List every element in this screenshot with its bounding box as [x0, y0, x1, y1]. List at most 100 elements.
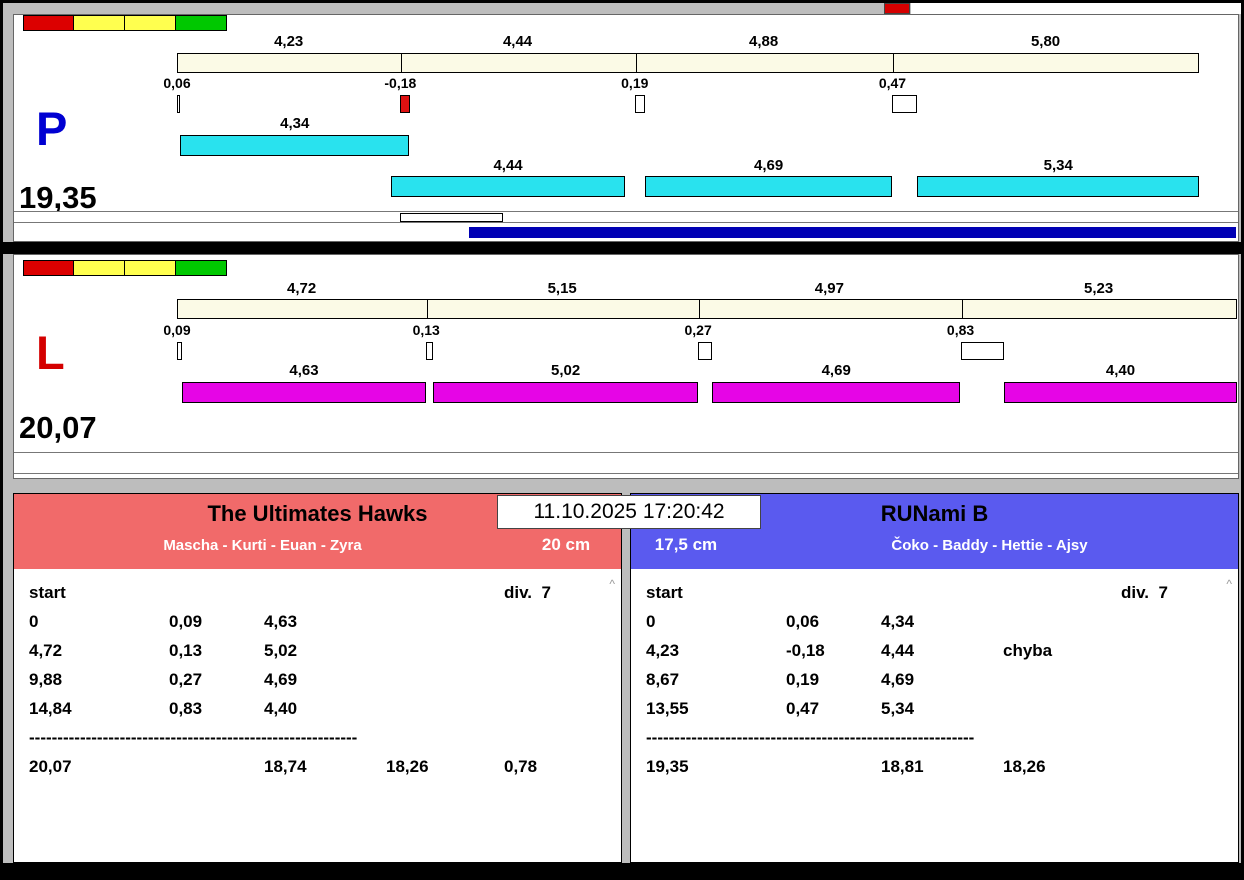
change-time-label: 0,09: [163, 322, 191, 338]
run-time-label: 5,02: [550, 362, 581, 379]
team-subheader: 17,5 cm Čoko - Baddy - Hettie - Ajsy: [631, 535, 1238, 555]
result-cell: 13,55: [646, 699, 689, 718]
team-members: Čoko - Baddy - Hettie - Ajsy: [891, 536, 1088, 554]
bottom-track: [14, 211, 1238, 223]
run-time-label: 4,44: [493, 157, 523, 174]
crossing-split-label: 4,97: [814, 280, 844, 297]
timestamp: 11.10.2025 17:20:42: [497, 495, 761, 529]
results-section: The Ultimates Hawks Mascha - Kurti - Eua…: [13, 493, 1239, 863]
result-cell: 8,67: [646, 670, 680, 689]
result-cell: 20,07: [29, 757, 72, 776]
run-time-label: 4,69: [754, 157, 784, 174]
change-marker: [177, 95, 181, 113]
team-panel-right: RUNami B 17,5 cm Čoko - Baddy - Hettie -…: [630, 493, 1239, 863]
ruler-divider: [961, 300, 963, 318]
team-result-table-left: ^ start div. 7 0 0,09 4,63 4,72 0,13 5,02 9,88 0,…: [14, 569, 621, 862]
status-light-3: [176, 260, 227, 276]
result-cell: 4,72: [29, 641, 63, 660]
team-panel-left: The Ultimates Hawks Mascha - Kurti - Eua…: [13, 493, 622, 863]
result-cell: ----------------------------------------…: [29, 728, 358, 747]
lane-divider: [3, 242, 1241, 254]
ruler-divider: [699, 300, 701, 318]
result-row: 0 0,06 4,34: [631, 612, 1238, 641]
team-result-table-right: ^ start div. 7 0 0,06 4,34 4,23 -0,18 4,44 chyba…: [631, 569, 1238, 862]
run-bar: [433, 382, 699, 403]
top-white-area: [911, 3, 1241, 14]
bottom-track: [14, 452, 1238, 474]
change-marker: [892, 95, 918, 113]
result-cell: div. 7: [504, 583, 551, 602]
lane-total-time: 19,35: [19, 180, 97, 215]
status-light-0: [23, 260, 74, 276]
change-time-label: 0,83: [946, 322, 975, 338]
status-light-2: [125, 15, 176, 31]
result-row: 9,88 0,27 4,69: [14, 670, 621, 699]
result-cell: 0: [29, 612, 39, 631]
change-time-label: 0,13: [412, 322, 440, 338]
change-time-label: -0,18: [384, 75, 417, 91]
top-red-indicator: [884, 3, 910, 14]
result-cell: 0,78: [504, 757, 538, 776]
result-row: 20,07 18,74 18,26 0,78: [14, 757, 621, 786]
result-cell: 0,06: [786, 612, 820, 631]
result-cell: 4,69: [264, 670, 298, 689]
status-light-2: [125, 260, 176, 276]
run-bar: [181, 382, 427, 403]
result-cell: 0,47: [786, 699, 820, 718]
result-cell: 5,02: [264, 641, 298, 660]
progress-bar: [469, 227, 1236, 238]
result-cell: 14,84: [29, 699, 72, 718]
status-light-1: [74, 260, 125, 276]
result-cell: 0,09: [169, 612, 203, 631]
result-row: start div. 7: [14, 583, 621, 612]
run-time-label: 4,63: [289, 362, 319, 379]
change-time-label: 0,06: [163, 75, 191, 91]
run-time-label: 4,40: [1105, 362, 1136, 379]
result-cell: 9,88: [29, 670, 63, 689]
jump-height-badge: 17,5 cm: [654, 535, 718, 554]
change-time-label: 0,19: [621, 75, 649, 91]
result-cell: -0,18: [786, 641, 825, 660]
result-row: 8,67 0,19 4,69: [631, 670, 1238, 699]
status-lights: [23, 260, 227, 276]
crossing-split-label: 4,23: [274, 33, 304, 50]
crossing-split-label: 5,23: [1084, 280, 1114, 297]
result-cell: 0,83: [169, 699, 203, 718]
change-marker: [634, 95, 645, 113]
result-cell: 18,26: [386, 757, 429, 776]
lane-panel-right-p: 4,23 4,44 4,88 5,80 0,06 -0,18 0,19 0,47 P 4,34 4,…: [13, 14, 1239, 242]
result-cell: 0,27: [169, 670, 203, 689]
run-bar: [917, 176, 1200, 197]
track-marker-box: [400, 213, 504, 222]
team-members: Mascha - Kurti - Euan - Zyra: [163, 536, 362, 554]
crossing-split-ruler: [177, 53, 1199, 73]
result-cell: 0,19: [786, 670, 820, 689]
lane-letter-p: P: [36, 102, 68, 155]
change-marker: [698, 342, 713, 360]
result-row: 14,84 0,83 4,40: [14, 699, 621, 728]
ruler-divider: [401, 54, 403, 72]
result-cell: 4,69: [881, 670, 915, 689]
status-lights: [23, 15, 227, 31]
result-row: 4,72 0,13 5,02: [14, 641, 621, 670]
result-row: 13,55 0,47 5,34: [631, 699, 1238, 728]
team-subheader: Mascha - Kurti - Euan - Zyra 20 cm: [14, 535, 621, 555]
run-bar: [644, 176, 893, 197]
result-row: ----------------------------------------…: [14, 728, 621, 757]
crossing-split-label: 4,44: [502, 33, 533, 50]
change-marker: [426, 342, 434, 360]
run-bar: [180, 135, 410, 156]
result-cell: 18,26: [1003, 757, 1046, 776]
result-cell: start: [29, 583, 66, 602]
crossing-split-ruler: [177, 299, 1237, 319]
ruler-divider: [893, 54, 895, 72]
result-row: 4,23 -0,18 4,44 chyba: [631, 641, 1238, 670]
crossing-split-label: 4,72: [286, 280, 317, 297]
crossing-split-label: 4,88: [748, 33, 779, 50]
crossing-split-label: 5,80: [1030, 33, 1061, 50]
result-cell: 0,13: [169, 641, 203, 660]
result-cell: 19,35: [646, 757, 689, 776]
titlebar-remnant: [3, 3, 1241, 14]
result-cell: 4,23: [646, 641, 680, 660]
jump-height-badge: 20 cm: [541, 535, 591, 554]
